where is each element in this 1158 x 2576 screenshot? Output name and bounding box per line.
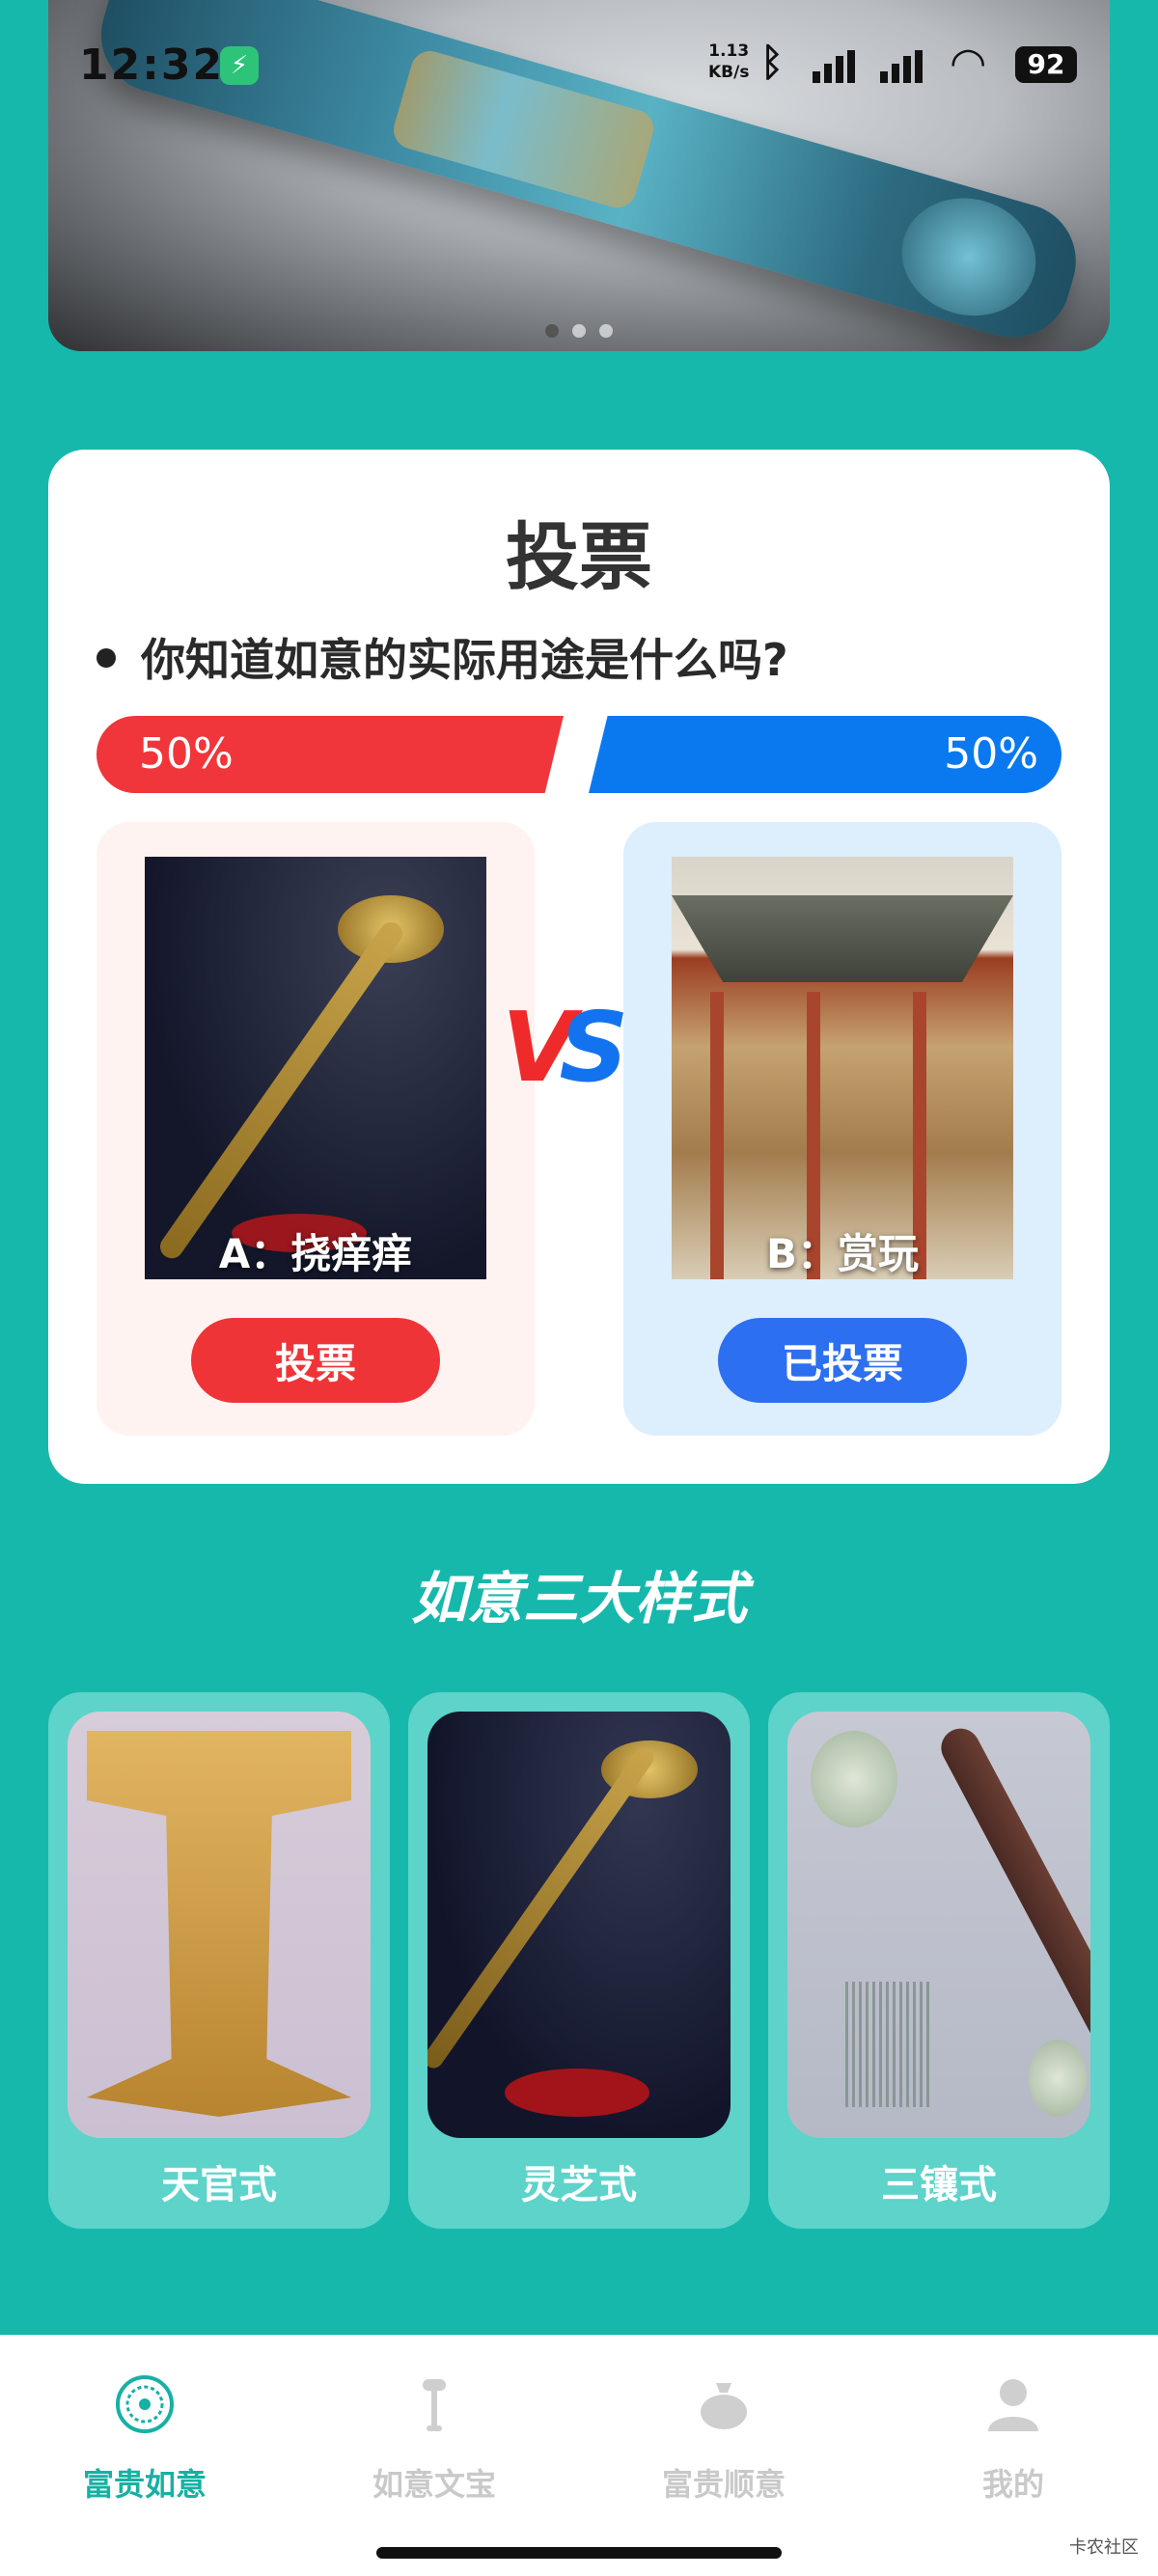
nav-item-fugui-ruyi[interactable]: 富贵如意 xyxy=(0,2373,290,2518)
style-label: 三镶式 xyxy=(881,2163,997,2207)
signal-icon xyxy=(813,50,855,83)
carousel-dots xyxy=(48,324,1110,338)
vote-question: 你知道如意的实际用途是什么吗? xyxy=(141,634,788,686)
style-image xyxy=(427,1712,731,2138)
bottom-nav: 富贵如意 如意文宝 富贵顺意 我的 xyxy=(0,2335,1158,2576)
nav-label: 如意文宝 xyxy=(372,2466,496,2503)
nav-item-mine[interactable]: 我的 xyxy=(868,2373,1158,2518)
nav-label: 富贵如意 xyxy=(82,2466,207,2503)
nav-item-ruyi-wenbao[interactable]: 如意文宝 xyxy=(290,2373,579,2518)
style-card-sanxiang[interactable]: 三镶式 xyxy=(768,1692,1110,2229)
style-label: 灵芝式 xyxy=(521,2163,637,2207)
watermark: 卡农社区 xyxy=(1069,2537,1139,2558)
option-a-label: A：挠痒痒 xyxy=(218,1230,413,1277)
bluetooth-icon: ᛒ xyxy=(760,41,784,85)
style-image xyxy=(787,1712,1090,2138)
option-a-card: A：挠痒痒 投票 xyxy=(96,822,535,1436)
net-speed-unit: KB/s xyxy=(708,63,750,82)
style-image xyxy=(68,1712,371,2138)
option-b-percent-bar: 50% xyxy=(589,716,1062,793)
net-speed-value: 1.13 xyxy=(708,41,750,61)
option-b-image xyxy=(672,857,1013,1279)
nav-label: 富贵顺意 xyxy=(661,2466,786,2503)
style-card-lingzhi[interactable]: 灵芝式 xyxy=(408,1692,750,2229)
scepter-icon xyxy=(423,2379,446,2431)
vote-card: 投票 你知道如意的实际用途是什么吗? 50% 50% A：挠痒痒 投票 VS B… xyxy=(48,450,1110,1484)
home-indicator[interactable] xyxy=(376,2547,782,2559)
vote-title: 投票 xyxy=(506,514,652,600)
ruyi-emblem-icon xyxy=(116,2375,174,2433)
net-speed: 1.13 KB/s xyxy=(708,41,749,83)
money-bag-icon xyxy=(701,2383,747,2429)
nav-item-fugui-shunyi[interactable]: 富贵顺意 xyxy=(579,2373,868,2518)
carousel-dot[interactable] xyxy=(572,324,586,338)
nav-label: 我的 xyxy=(981,2466,1044,2503)
charging-icon: ⚡ xyxy=(220,46,259,85)
bullet-icon xyxy=(96,648,116,668)
vote-option-a-button[interactable]: 投票 xyxy=(191,1318,440,1403)
style-label: 天官式 xyxy=(161,2163,277,2207)
status-bar: 12:32 ⚡ 1.13 KB/s ᛒ ◠ 92 xyxy=(0,0,1158,131)
option-a-image xyxy=(145,857,486,1279)
user-icon xyxy=(988,2379,1038,2431)
option-b-label: B：赏玩 xyxy=(765,1230,919,1277)
styles-section-title: 如意三大样式 xyxy=(410,1566,747,1631)
carousel-dot[interactable] xyxy=(599,324,613,338)
status-time: 12:32 xyxy=(79,41,225,90)
signal-icon xyxy=(880,50,923,83)
voted-option-b-button[interactable]: 已投票 xyxy=(718,1318,967,1403)
vs-icon: VS xyxy=(502,991,629,1104)
style-card-tianguan[interactable]: 天官式 xyxy=(48,1692,390,2229)
carousel-dot[interactable] xyxy=(545,324,559,338)
option-a-percent-bar: 50% xyxy=(96,716,564,793)
battery-icon: 92 xyxy=(1015,46,1077,83)
wifi-icon: ◠ xyxy=(950,39,987,88)
option-b-card: B：赏玩 已投票 xyxy=(623,822,1062,1436)
